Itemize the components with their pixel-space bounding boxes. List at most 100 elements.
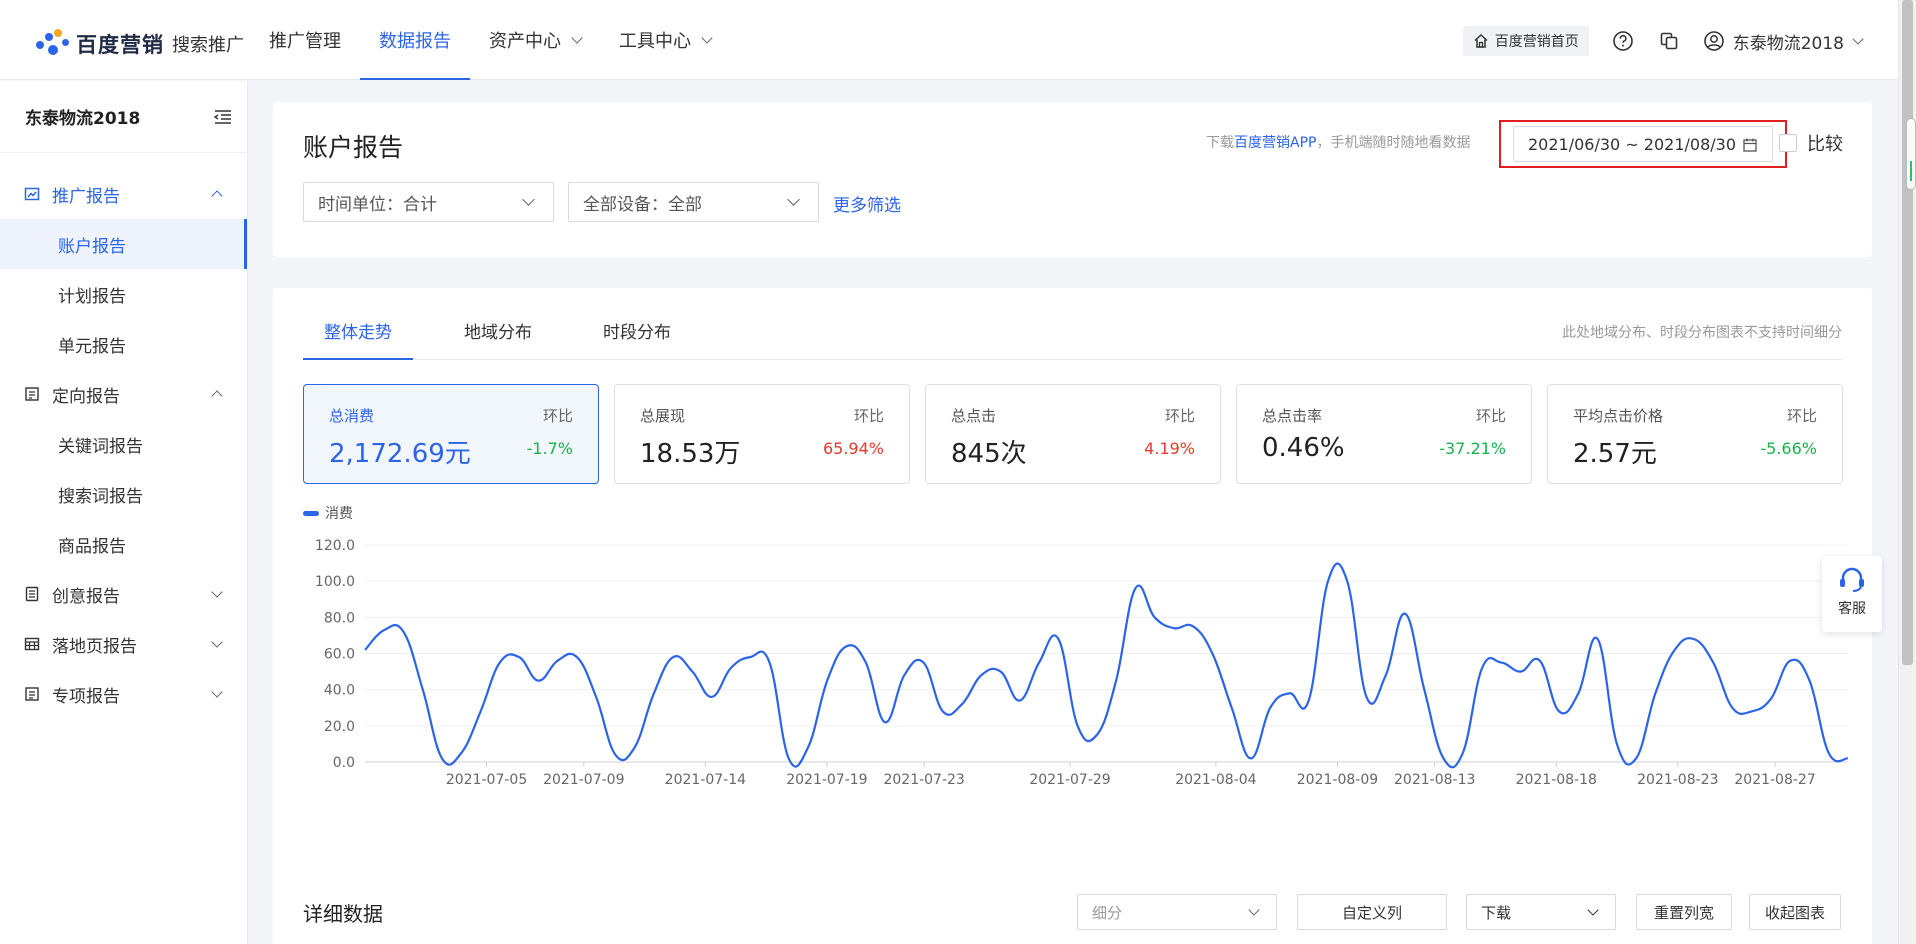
x-tick-label: 2021-07-14 xyxy=(665,772,746,788)
compare-checkbox[interactable] xyxy=(1779,134,1797,152)
metric-change: -5.66% xyxy=(1760,439,1817,458)
metric-total-cost[interactable]: 总消费 环比 2,172.69元 -1.7% xyxy=(303,384,599,484)
metric-change: 65.94% xyxy=(822,439,884,458)
report-card: 整体走势 地域分布 时段分布 此处地域分布、时段分布图表不支持时间细分 总消费 … xyxy=(273,288,1872,944)
x-tick-label: 2021-08-09 xyxy=(1297,772,1378,788)
date-range-value: 2021/06/30 ~ 2021/08/30 xyxy=(1528,134,1737,154)
sidebar-item-product-report[interactable]: 商品报告 xyxy=(0,519,247,569)
button-label: 收起图表 xyxy=(1764,903,1825,922)
target-icon xyxy=(25,387,39,401)
sidebar-group-targeting-report[interactable]: 定向报告 xyxy=(0,369,247,419)
compare-toggle[interactable]: 比较 xyxy=(1779,130,1843,156)
x-tick-label: 2021-08-27 xyxy=(1734,772,1815,788)
download-select[interactable]: 下载 xyxy=(1466,894,1616,930)
date-range-highlight: 2021/06/30 ~ 2021/08/30 xyxy=(1499,120,1787,168)
sidebar-group-promotion-report[interactable]: 推广报告 xyxy=(0,169,247,219)
landing-page-icon xyxy=(24,637,40,651)
more-filter-link[interactable]: 更多筛选 xyxy=(833,191,901,216)
metric-change: -1.7% xyxy=(526,439,573,458)
nav-label: 推广管理 xyxy=(269,31,341,52)
detail-data-title: 详细数据 xyxy=(303,902,383,926)
nav-asset-center[interactable]: 资产中心 xyxy=(470,0,600,80)
app-download-link[interactable]: 百度营销APP xyxy=(1234,135,1316,151)
chevron-down-icon xyxy=(1587,904,1599,916)
chevron-up-icon xyxy=(211,190,223,202)
tip-prefix: 下载 xyxy=(1206,135,1234,151)
sidebar-group-special-report[interactable]: 专项报告 xyxy=(0,669,247,719)
collapse-menu-icon[interactable] xyxy=(213,107,233,127)
device-select[interactable]: 全部设备：全部 xyxy=(568,182,819,222)
date-range-picker[interactable]: 2021/06/30 ~ 2021/08/30 xyxy=(1513,126,1773,162)
metric-click-rate[interactable]: 总点击率 环比 0.46% -37.21% xyxy=(1236,384,1532,484)
special-icon xyxy=(25,687,39,701)
sidebar-group-landing-page-report[interactable]: 落地页报告 xyxy=(0,619,247,669)
tab-label: 时段分布 xyxy=(603,323,671,343)
scroll-indicator xyxy=(1906,118,1916,190)
nav-label: 数据报告 xyxy=(379,31,451,52)
home-icon xyxy=(1474,33,1488,48)
marketing-home-button[interactable]: 百度营销首页 xyxy=(1462,26,1589,56)
legend-label: 消费 xyxy=(325,506,353,522)
item-label: 搜索词报告 xyxy=(58,486,143,507)
metric-hb-label: 环比 xyxy=(1475,407,1506,425)
sidebar-item-plan-report[interactable]: 计划报告 xyxy=(0,269,247,319)
tab-overall-trend[interactable]: 整体走势 xyxy=(303,318,413,360)
user-menu[interactable]: 东泰物流2018 xyxy=(1703,29,1864,54)
sidebar-group-creative-report[interactable]: 创意报告 xyxy=(0,569,247,619)
sidebar: 东泰物流2018 推广报告 账户报告 计划报告 单元报告 定向报告 关键词报告 … xyxy=(0,81,248,944)
chevron-down-icon xyxy=(211,586,223,598)
series-line-cost[interactable] xyxy=(364,562,1848,769)
metric-avg-click-price[interactable]: 平均点击价格 环比 2.57元 -5.66% xyxy=(1547,384,1843,484)
nav-tool-center[interactable]: 工具中心 xyxy=(600,0,730,80)
custom-columns-button[interactable]: 自定义列 xyxy=(1297,894,1447,930)
sidebar-item-unit-report[interactable]: 单元报告 xyxy=(0,319,247,369)
sidebar-item-account-report[interactable]: 账户报告 xyxy=(0,219,247,269)
group-label: 推广报告 xyxy=(52,186,120,207)
service-label: 客服 xyxy=(1838,601,1866,617)
top-right-tools: 百度营销首页 东泰物流2018 xyxy=(1462,26,1864,56)
baidu-marketing-logo[interactable]: 百度营销 搜索推广 xyxy=(36,28,244,60)
chart-legend[interactable]: 消费 xyxy=(303,503,353,523)
chevron-down-icon xyxy=(787,193,800,206)
customer-service-button[interactable]: 客服 xyxy=(1822,556,1882,632)
metric-label: 总消费 xyxy=(329,407,375,425)
sidebar-item-search-term-report[interactable]: 搜索词报告 xyxy=(0,469,247,519)
button-label: 下载 xyxy=(1481,903,1512,922)
top-nav: 推广管理 数据报告 资产中心 工具中心 xyxy=(250,0,730,80)
x-tick-label: 2021-08-18 xyxy=(1516,772,1597,788)
collapse-chart-button[interactable]: 收起图表 xyxy=(1749,894,1841,930)
y-tick-label: 40.0 xyxy=(324,683,355,699)
chevron-down-icon xyxy=(1852,32,1864,45)
x-tick-label: 2021-07-23 xyxy=(883,772,964,788)
tip-suffix: ，手机端随时随地看数据 xyxy=(1316,135,1471,151)
nav-label: 工具中心 xyxy=(619,31,691,52)
button-label: 自定义列 xyxy=(1341,903,1402,922)
metric-total-clicks[interactable]: 总点击 环比 845次 4.19% xyxy=(925,384,1221,484)
metric-change: 4.19% xyxy=(1144,439,1195,458)
scrollbar-thumb[interactable] xyxy=(1902,0,1913,665)
select-value: 时间单位：合计 xyxy=(318,194,437,215)
metric-hb-label: 环比 xyxy=(1786,407,1817,425)
copy-icon[interactable] xyxy=(1657,29,1681,53)
tab-region-distribution[interactable]: 地域分布 xyxy=(448,318,548,360)
y-tick-label: 80.0 xyxy=(324,610,355,626)
item-label: 商品报告 xyxy=(58,536,126,557)
x-tick-label: 2021-08-13 xyxy=(1394,772,1475,788)
nav-promotion-management[interactable]: 推广管理 xyxy=(250,0,360,80)
subdivide-select[interactable]: 细分 xyxy=(1077,894,1277,930)
item-label: 单元报告 xyxy=(58,336,126,357)
sidebar-item-keyword-report[interactable]: 关键词报告 xyxy=(0,419,247,469)
reset-column-width-button[interactable]: 重置列宽 xyxy=(1636,894,1732,930)
metric-value: 18.53万 xyxy=(640,439,741,469)
tab-time-distribution[interactable]: 时段分布 xyxy=(587,318,687,360)
metric-total-impressions[interactable]: 总展现 环比 18.53万 65.94% xyxy=(614,384,910,484)
nav-label: 资产中心 xyxy=(489,31,561,52)
metric-hb-label: 环比 xyxy=(542,407,573,425)
legend-swatch xyxy=(303,510,319,516)
nav-data-report[interactable]: 数据报告 xyxy=(360,0,470,80)
sidebar-header: 东泰物流2018 xyxy=(0,81,247,153)
metric-label: 平均点击价格 xyxy=(1573,407,1664,425)
help-icon[interactable] xyxy=(1611,29,1635,53)
time-unit-select[interactable]: 时间单位：合计 xyxy=(303,182,554,222)
metric-label: 总点击 xyxy=(951,407,997,425)
